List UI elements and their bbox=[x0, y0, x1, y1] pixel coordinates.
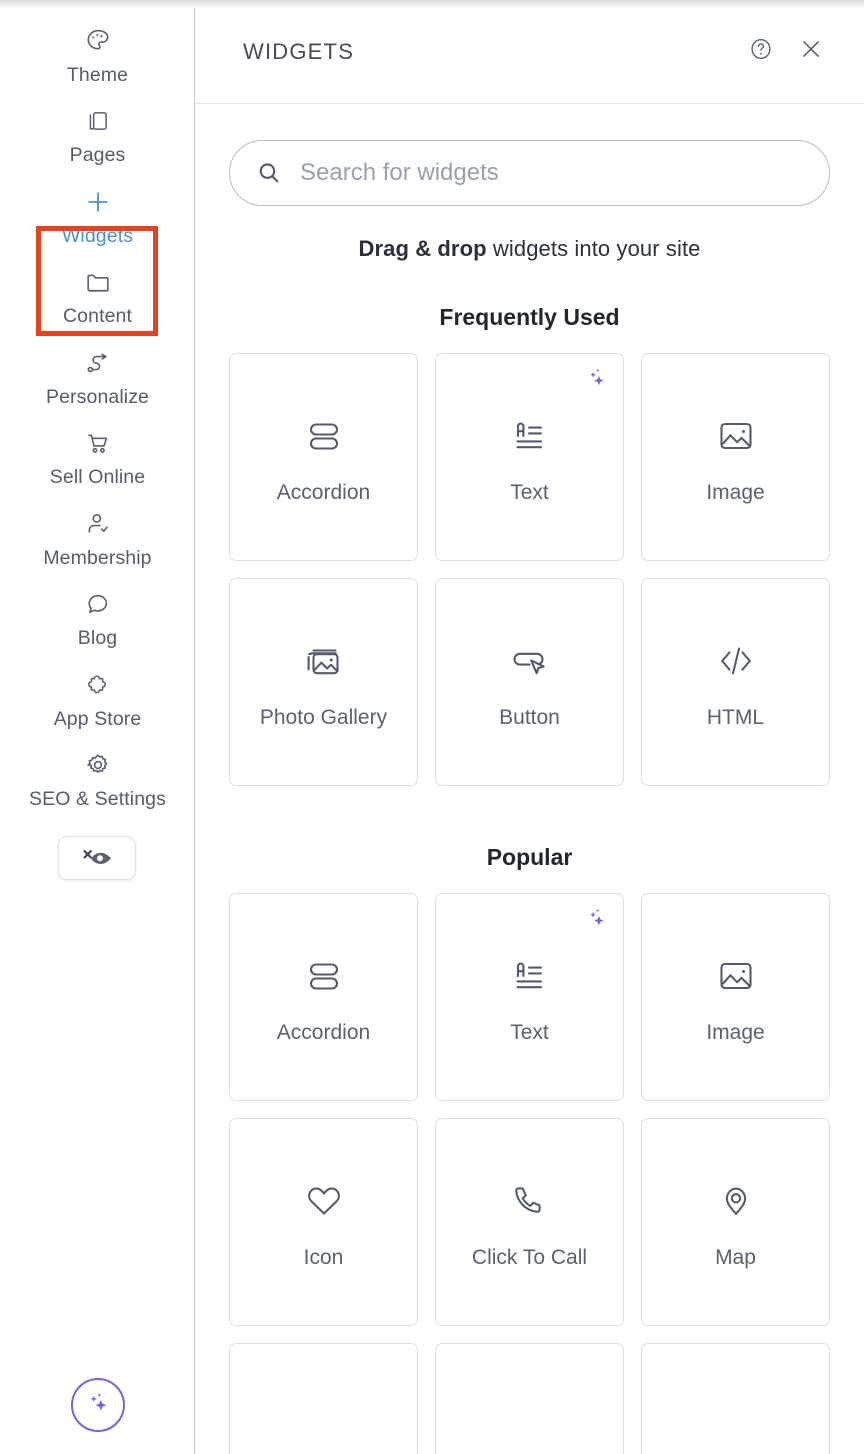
widget-card-image[interactable]: Image bbox=[641, 353, 830, 561]
sidebar-item-label: Content bbox=[63, 306, 132, 327]
widgets-editor-screen: Theme Pages Widgets bbox=[0, 0, 864, 1454]
help-button[interactable] bbox=[748, 39, 774, 65]
panel-body: Drag & drop widgets into your site Frequ… bbox=[195, 104, 864, 1454]
widget-card-button[interactable]: Button bbox=[435, 578, 624, 786]
code-icon bbox=[711, 633, 761, 689]
search-bar[interactable] bbox=[229, 140, 830, 206]
widget-card-image-popular[interactable]: Image bbox=[641, 893, 830, 1101]
widget-card-label: Photo Gallery bbox=[260, 705, 387, 732]
widget-card-label: Image bbox=[706, 480, 764, 507]
widget-card-photo-gallery[interactable]: Photo Gallery bbox=[229, 578, 418, 786]
sidebar-item-content[interactable]: Content bbox=[0, 255, 195, 335]
widget-card-accordion-popular[interactable]: Accordion bbox=[229, 893, 418, 1101]
folder-icon bbox=[83, 267, 113, 297]
sidebar-item-label: Pages bbox=[70, 145, 126, 166]
panel-header: WIDGETS bbox=[195, 0, 864, 104]
sidebar-item-personalize[interactable]: Personalize bbox=[0, 336, 195, 416]
palette-icon bbox=[83, 26, 113, 56]
sidebar-item-seo-settings[interactable]: SEO & Settings bbox=[0, 738, 195, 818]
sidebar-item-app-store[interactable]: App Store bbox=[0, 658, 195, 738]
drag-drop-hint-bold: Drag & drop bbox=[358, 236, 486, 261]
left-sidebar: Theme Pages Widgets bbox=[0, 0, 195, 1454]
shopping-cart-icon bbox=[83, 428, 113, 458]
accordion-icon bbox=[300, 408, 348, 464]
ai-sparkles-badge-icon bbox=[583, 364, 611, 392]
widget-card-partial-1[interactable] bbox=[229, 1343, 418, 1454]
sidebar-item-label: Sell Online bbox=[50, 467, 145, 488]
widget-card-click-to-call[interactable]: Click To Call bbox=[435, 1118, 624, 1326]
user-check-icon bbox=[83, 509, 113, 539]
widget-card-label: Map bbox=[715, 1245, 756, 1272]
widget-card-text-popular[interactable]: Text bbox=[435, 893, 624, 1101]
photo-gallery-icon bbox=[300, 633, 348, 689]
pages-icon bbox=[83, 106, 113, 136]
drag-drop-hint: Drag & drop widgets into your site bbox=[229, 236, 830, 262]
section-title-frequently-used: Frequently Used bbox=[229, 304, 830, 331]
sidebar-item-widgets[interactable]: Widgets bbox=[0, 175, 195, 255]
close-icon bbox=[798, 36, 824, 67]
search-input[interactable] bbox=[300, 159, 803, 187]
text-icon bbox=[505, 948, 555, 1004]
widget-card-label: Icon bbox=[304, 1245, 344, 1272]
panel-header-actions bbox=[748, 39, 824, 65]
image-icon bbox=[712, 948, 760, 1004]
sparkles-icon bbox=[83, 1388, 113, 1423]
sidebar-item-sell-online[interactable]: Sell Online bbox=[0, 416, 195, 496]
image-icon bbox=[712, 408, 760, 464]
search-icon bbox=[256, 160, 282, 186]
ai-sparkles-badge-icon bbox=[583, 904, 611, 932]
sidebar-item-blog[interactable]: Blog bbox=[0, 577, 195, 657]
speech-bubble-icon bbox=[83, 589, 113, 619]
button-cursor-icon bbox=[505, 633, 555, 689]
accordion-icon bbox=[300, 948, 348, 1004]
sidebar-item-label: SEO & Settings bbox=[29, 789, 166, 810]
sidebar-item-theme[interactable]: Theme bbox=[0, 14, 195, 94]
drag-drop-hint-rest: widgets into your site bbox=[487, 236, 701, 261]
sidebar-item-label: Blog bbox=[78, 628, 117, 649]
widget-grid-popular: Accordion bbox=[229, 893, 830, 1454]
widget-card-partial-3[interactable] bbox=[641, 1343, 830, 1454]
widget-grid-frequently-used: Accordion bbox=[229, 353, 830, 786]
question-circle-icon bbox=[748, 36, 774, 67]
section-title-popular: Popular bbox=[229, 844, 830, 871]
eye-hidden-icon bbox=[80, 846, 114, 870]
widget-card-accordion[interactable]: Accordion bbox=[229, 353, 418, 561]
sidebar-item-membership[interactable]: Membership bbox=[0, 497, 195, 577]
map-pin-icon bbox=[711, 1173, 761, 1229]
widget-card-label: Button bbox=[499, 705, 560, 732]
puzzle-piece-icon bbox=[83, 670, 113, 700]
sidebar-item-label: Widgets bbox=[62, 226, 133, 247]
path-arrow-icon bbox=[83, 348, 113, 378]
phone-icon bbox=[505, 1173, 555, 1229]
widget-card-label: Image bbox=[706, 1020, 764, 1047]
close-button[interactable] bbox=[798, 39, 824, 65]
sidebar-item-pages[interactable]: Pages bbox=[0, 94, 195, 174]
widget-card-html[interactable]: HTML bbox=[641, 578, 830, 786]
widget-card-icon[interactable]: Icon bbox=[229, 1118, 418, 1326]
text-icon bbox=[505, 408, 555, 464]
widgets-panel: WIDGETS bbox=[195, 0, 864, 1454]
widget-card-label: Click To Call bbox=[472, 1245, 587, 1272]
widget-card-text[interactable]: Text bbox=[435, 353, 624, 561]
hidden-elements-toggle[interactable] bbox=[58, 836, 136, 880]
widget-card-label: Text bbox=[510, 480, 549, 507]
widget-card-label: Accordion bbox=[277, 1020, 370, 1047]
panel-title: WIDGETS bbox=[243, 39, 748, 65]
widget-card-label: Accordion bbox=[277, 480, 370, 507]
ai-assistant-button[interactable] bbox=[71, 1378, 125, 1432]
widget-card-label: HTML bbox=[707, 705, 764, 732]
heart-icon bbox=[299, 1173, 349, 1229]
sidebar-item-label: App Store bbox=[54, 709, 142, 730]
widget-card-label: Text bbox=[510, 1020, 549, 1047]
plus-icon bbox=[83, 187, 113, 217]
sidebar-item-label: Membership bbox=[43, 548, 151, 569]
widget-card-map[interactable]: Map bbox=[641, 1118, 830, 1326]
sidebar-item-label: Theme bbox=[67, 65, 128, 86]
sidebar-item-label: Personalize bbox=[46, 387, 149, 408]
widget-card-partial-2[interactable] bbox=[435, 1343, 624, 1454]
gear-icon bbox=[83, 750, 113, 780]
